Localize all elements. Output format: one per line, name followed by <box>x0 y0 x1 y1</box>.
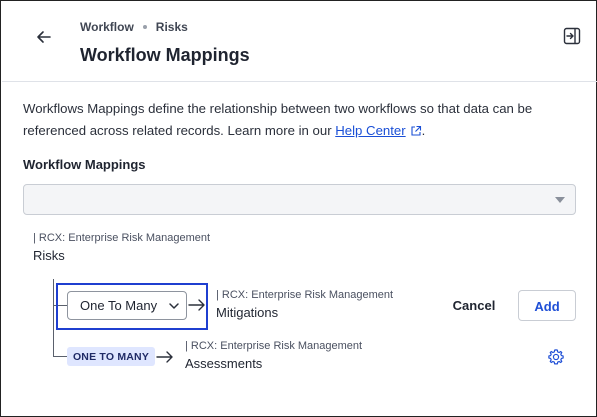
breadcrumb-item-risks[interactable]: Risks <box>156 20 188 34</box>
tree-connector-vertical <box>53 279 54 356</box>
mapping-workflow-name: Mitigations <box>216 305 279 320</box>
relationship-select[interactable]: One To Many <box>67 291 187 320</box>
arrow-right-icon <box>156 351 173 363</box>
workflow-mapping-select[interactable] <box>23 184 576 215</box>
external-link-icon[interactable] <box>410 125 422 137</box>
breadcrumb-separator <box>142 25 147 29</box>
breadcrumb-item-workflow[interactable]: Workflow <box>80 20 134 34</box>
relationship-select-value: One To Many <box>80 298 158 313</box>
mapping-app-label: | RCX: Enterprise Risk Management <box>216 289 394 301</box>
panel-header: Workflow Risks Workflow Mappings <box>2 2 597 82</box>
add-button[interactable]: Add <box>518 290 576 321</box>
root-workflow-name: Risks <box>33 248 65 263</box>
cancel-button[interactable]: Cancel <box>448 291 500 320</box>
panel: Workflow Risks Workflow Mappings Workflo… <box>0 0 597 417</box>
breadcrumb: Workflow Risks <box>80 20 188 34</box>
description-text: Workflows Mappings define the relationsh… <box>23 98 573 142</box>
panel-collapse-icon[interactable] <box>563 27 581 45</box>
arrow-right-icon <box>188 299 205 311</box>
root-app-label: | RCX: Enterprise Risk Management <box>33 232 211 244</box>
tree-connector-branch <box>53 356 67 357</box>
gear-icon[interactable] <box>547 348 565 366</box>
section-label: Workflow Mappings <box>23 157 146 172</box>
back-arrow-icon[interactable] <box>34 27 54 47</box>
description-period: . <box>421 123 426 138</box>
chevron-down-icon <box>169 303 179 309</box>
description-body: Workflows Mappings define the relationsh… <box>23 101 533 138</box>
help-center-link[interactable]: Help Center <box>335 123 405 138</box>
mapping-app-label: | RCX: Enterprise Risk Management <box>185 340 363 352</box>
mapping-workflow-name: Assessments <box>185 356 263 371</box>
page-title: Workflow Mappings <box>80 45 250 65</box>
relationship-badge: ONE TO MANY <box>67 347 155 366</box>
caret-down-icon <box>555 197 565 203</box>
